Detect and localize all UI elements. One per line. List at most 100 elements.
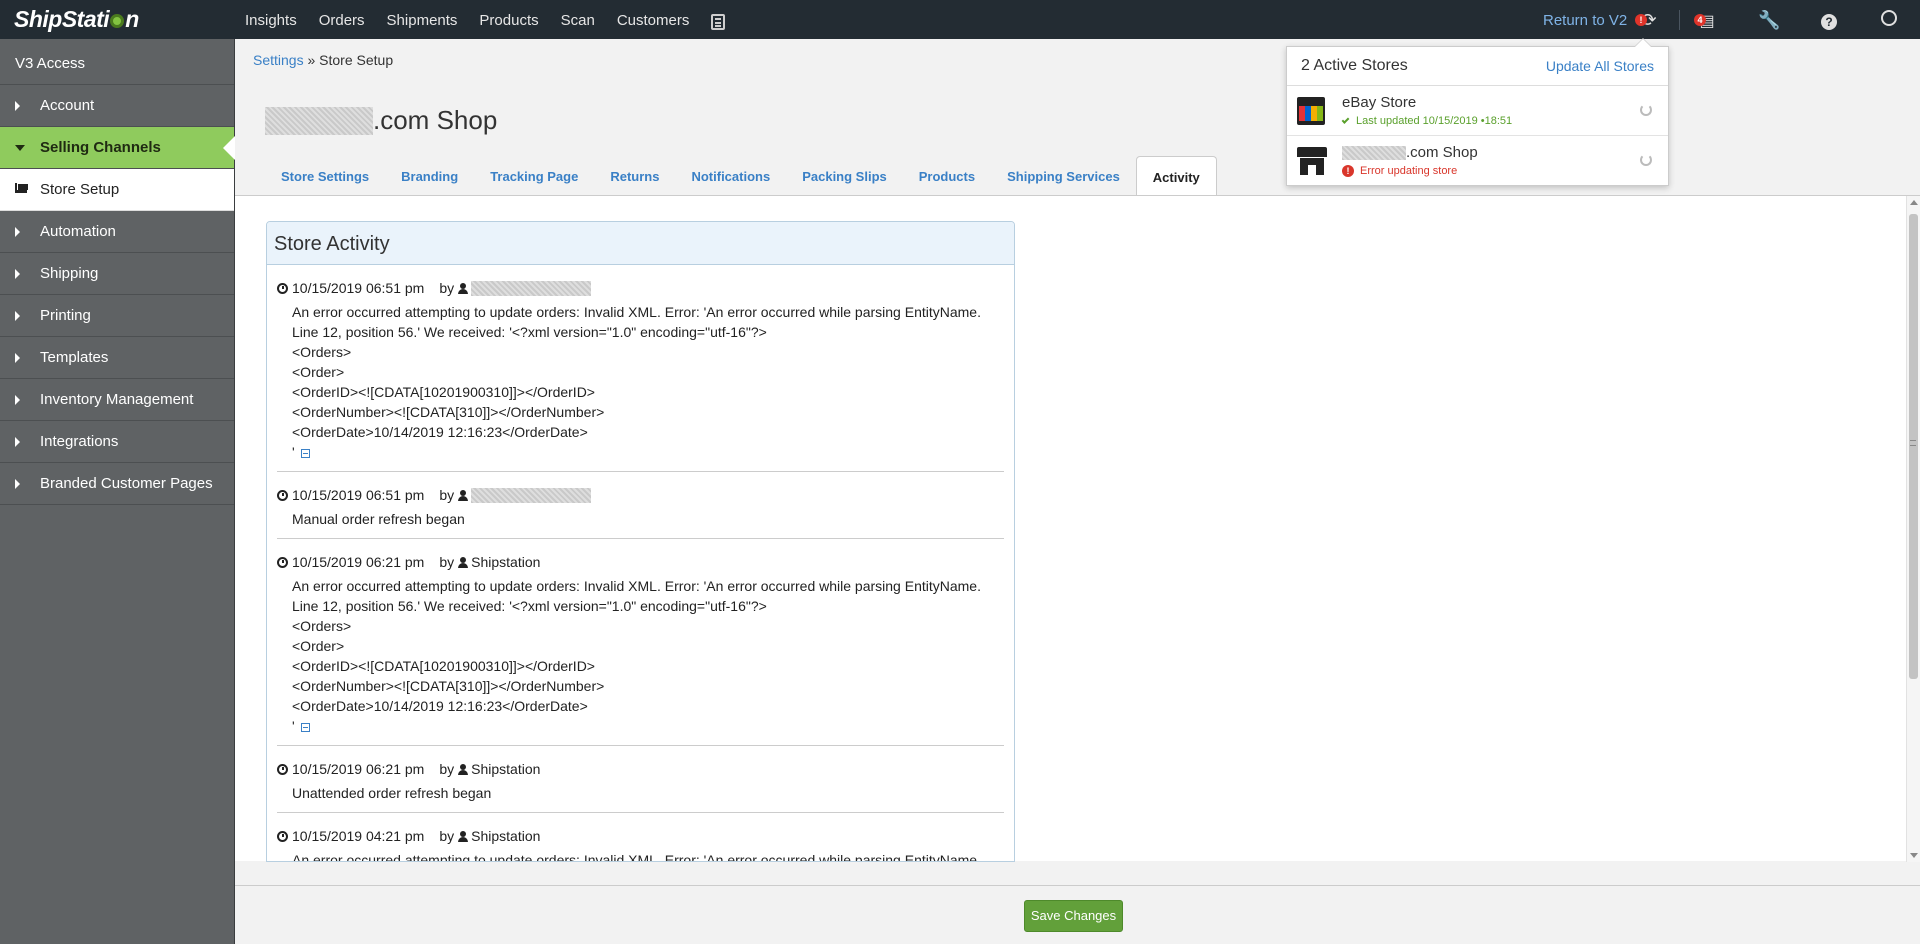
- help-button[interactable]: ?: [1818, 9, 1840, 31]
- scroll-down-icon[interactable]: [1910, 853, 1918, 858]
- tools-button[interactable]: 🔧: [1758, 9, 1780, 31]
- redacted-store-name: [265, 106, 373, 135]
- nav-orders[interactable]: Orders: [319, 12, 365, 30]
- shipstation-logo[interactable]: ShipStati n: [14, 6, 139, 33]
- caret-right-icon: [15, 227, 20, 237]
- caret-down-icon: [15, 145, 25, 151]
- store-title-suffix: .com Shop: [373, 105, 498, 135]
- by-label: by: [439, 761, 455, 777]
- entry-time: 10/15/2019 06:51 pm: [292, 487, 425, 503]
- refresh-store-icon[interactable]: [1640, 104, 1652, 116]
- store-name: .com Shop: [1342, 144, 1478, 161]
- sidebar-item-shipping[interactable]: Shipping: [0, 253, 234, 295]
- refresh-store-icon[interactable]: [1640, 154, 1652, 166]
- calculator-icon[interactable]: [711, 14, 726, 30]
- tab-returns[interactable]: Returns: [594, 156, 675, 195]
- entry-time: 10/15/2019 04:21 pm: [292, 828, 425, 844]
- tab-packing-slips[interactable]: Packing Slips: [786, 156, 903, 195]
- nav-products[interactable]: Products: [479, 12, 538, 30]
- entry-header: 10/15/2019 04:21 pm by Shipstation: [277, 826, 1004, 846]
- sidebar-header: V3 Access: [0, 39, 234, 85]
- tab-content: Store Activity 10/15/2019 06:51 pm by An…: [235, 195, 1920, 862]
- sidebar-item-integrations[interactable]: Integrations: [0, 421, 234, 463]
- entry-user: Shipstation: [471, 761, 541, 777]
- caret-right-icon: [15, 269, 20, 279]
- sidebar-item-label: Inventory Management: [40, 391, 194, 408]
- print-count-badge: 4: [1694, 14, 1706, 26]
- sidebar-item-templates[interactable]: Templates: [0, 337, 234, 379]
- nav-customers[interactable]: Customers: [617, 12, 690, 30]
- scroll-thumb[interactable]: [1909, 214, 1918, 679]
- sidebar-item-store-setup[interactable]: Store Setup: [0, 169, 234, 211]
- main-nav: Insights Orders Shipments Products Scan …: [245, 12, 747, 30]
- sidebar-item-label: Selling Channels: [40, 139, 161, 156]
- store-status: Last updated 10/15/2019 •18:51: [1341, 115, 1512, 127]
- return-to-v2-link[interactable]: Return to V2: [1543, 12, 1627, 29]
- entry-user: Shipstation: [471, 554, 541, 570]
- clock-icon: [277, 830, 288, 842]
- refresh-stores-button[interactable]: ! ⟳: [1635, 9, 1660, 31]
- content-scrollbar[interactable]: [1906, 196, 1920, 862]
- nav-scan[interactable]: Scan: [561, 12, 595, 30]
- sidebar-item-inventory-management[interactable]: Inventory Management: [0, 379, 234, 421]
- store-row-com-shop[interactable]: .com Shop ! Error updating store: [1287, 136, 1668, 186]
- nav-shipments[interactable]: Shipments: [387, 12, 458, 30]
- entry-message: Unattended order refresh began: [292, 785, 492, 801]
- sidebar-item-selling-channels[interactable]: Selling Channels: [0, 127, 235, 169]
- clock-icon: [277, 763, 288, 775]
- sidebar-item-label: Integrations: [40, 433, 119, 450]
- collapse-icon[interactable]: [300, 723, 310, 732]
- tab-tracking-page[interactable]: Tracking Page: [474, 156, 594, 195]
- entry-header: 10/15/2019 06:21 pm by Shipstation: [277, 759, 1004, 779]
- user-icon: [458, 282, 469, 294]
- entry-time: 10/15/2019 06:21 pm: [292, 554, 425, 570]
- entry-header: 10/15/2019 06:51 pm by: [277, 278, 1004, 298]
- user-icon: [458, 556, 469, 568]
- alert-badge-icon: !: [1635, 14, 1647, 26]
- tab-products[interactable]: Products: [903, 156, 991, 195]
- cart-icon: [15, 183, 28, 193]
- sidebar-item-branded-customer-pages[interactable]: Branded Customer Pages: [0, 463, 234, 505]
- entry-time: 10/15/2019 06:21 pm: [292, 761, 425, 777]
- tab-notifications[interactable]: Notifications: [675, 156, 786, 195]
- user-icon: [458, 489, 469, 501]
- entry-message-text: An error occurred attempting to update o…: [292, 578, 981, 734]
- active-stores-count: 2 Active Stores: [1301, 57, 1408, 74]
- sidebar-item-printing[interactable]: Printing: [0, 295, 234, 337]
- sidebar-item-account[interactable]: Account: [0, 85, 234, 127]
- save-changes-button[interactable]: Save Changes: [1024, 900, 1123, 932]
- collapse-icon[interactable]: [300, 449, 310, 458]
- caret-right-icon: [15, 353, 20, 363]
- activity-list[interactable]: 10/15/2019 06:51 pm by An error occurred…: [267, 265, 1014, 861]
- store-activity-panel: Store Activity 10/15/2019 06:51 pm by An…: [266, 221, 1015, 862]
- scroll-up-icon[interactable]: [1910, 200, 1918, 205]
- caret-right-icon: [15, 101, 20, 111]
- nav-insights[interactable]: Insights: [245, 12, 297, 30]
- entry-message: Manual order refresh began: [292, 511, 465, 527]
- sidebar-item-automation[interactable]: Automation: [0, 211, 234, 253]
- caret-right-icon: [15, 395, 20, 405]
- activity-entry: 10/15/2019 06:51 pm by An error occurred…: [277, 265, 1004, 472]
- update-all-stores-link[interactable]: Update All Stores: [1546, 58, 1654, 74]
- gear-logo-icon: [110, 14, 125, 28]
- store-row-ebay[interactable]: eBay Store Last updated 10/15/2019 •18:5…: [1287, 86, 1668, 136]
- user-icon: [458, 830, 469, 842]
- sidebar-item-label: Branded Customer Pages: [40, 475, 213, 492]
- activity-entry: 10/15/2019 06:21 pm by Shipstation Unatt…: [277, 746, 1004, 813]
- popover-header: 2 Active Stores Update All Stores: [1287, 47, 1668, 86]
- store-status: ! Error updating store: [1342, 165, 1457, 177]
- footer-bar: Save Changes: [235, 885, 1920, 944]
- store-tabs: Store Settings Branding Tracking Page Re…: [265, 156, 1217, 196]
- top-navbar: ShipStati n Insights Orders Shipments Pro…: [0, 0, 1920, 39]
- caret-right-icon: [15, 479, 20, 489]
- tab-shipping-services[interactable]: Shipping Services: [991, 156, 1136, 195]
- tab-branding[interactable]: Branding: [385, 156, 474, 195]
- tab-store-settings[interactable]: Store Settings: [265, 156, 385, 195]
- user-icon: [458, 763, 469, 775]
- account-button[interactable]: [1878, 9, 1900, 31]
- clock-icon: [277, 489, 288, 501]
- print-queue-button[interactable]: 4 ▤: [1694, 9, 1718, 31]
- breadcrumb-settings-link[interactable]: Settings: [253, 52, 304, 68]
- tab-activity[interactable]: Activity: [1135, 156, 1217, 196]
- activity-entry: 10/15/2019 06:51 pm by Manual order refr…: [277, 472, 1004, 539]
